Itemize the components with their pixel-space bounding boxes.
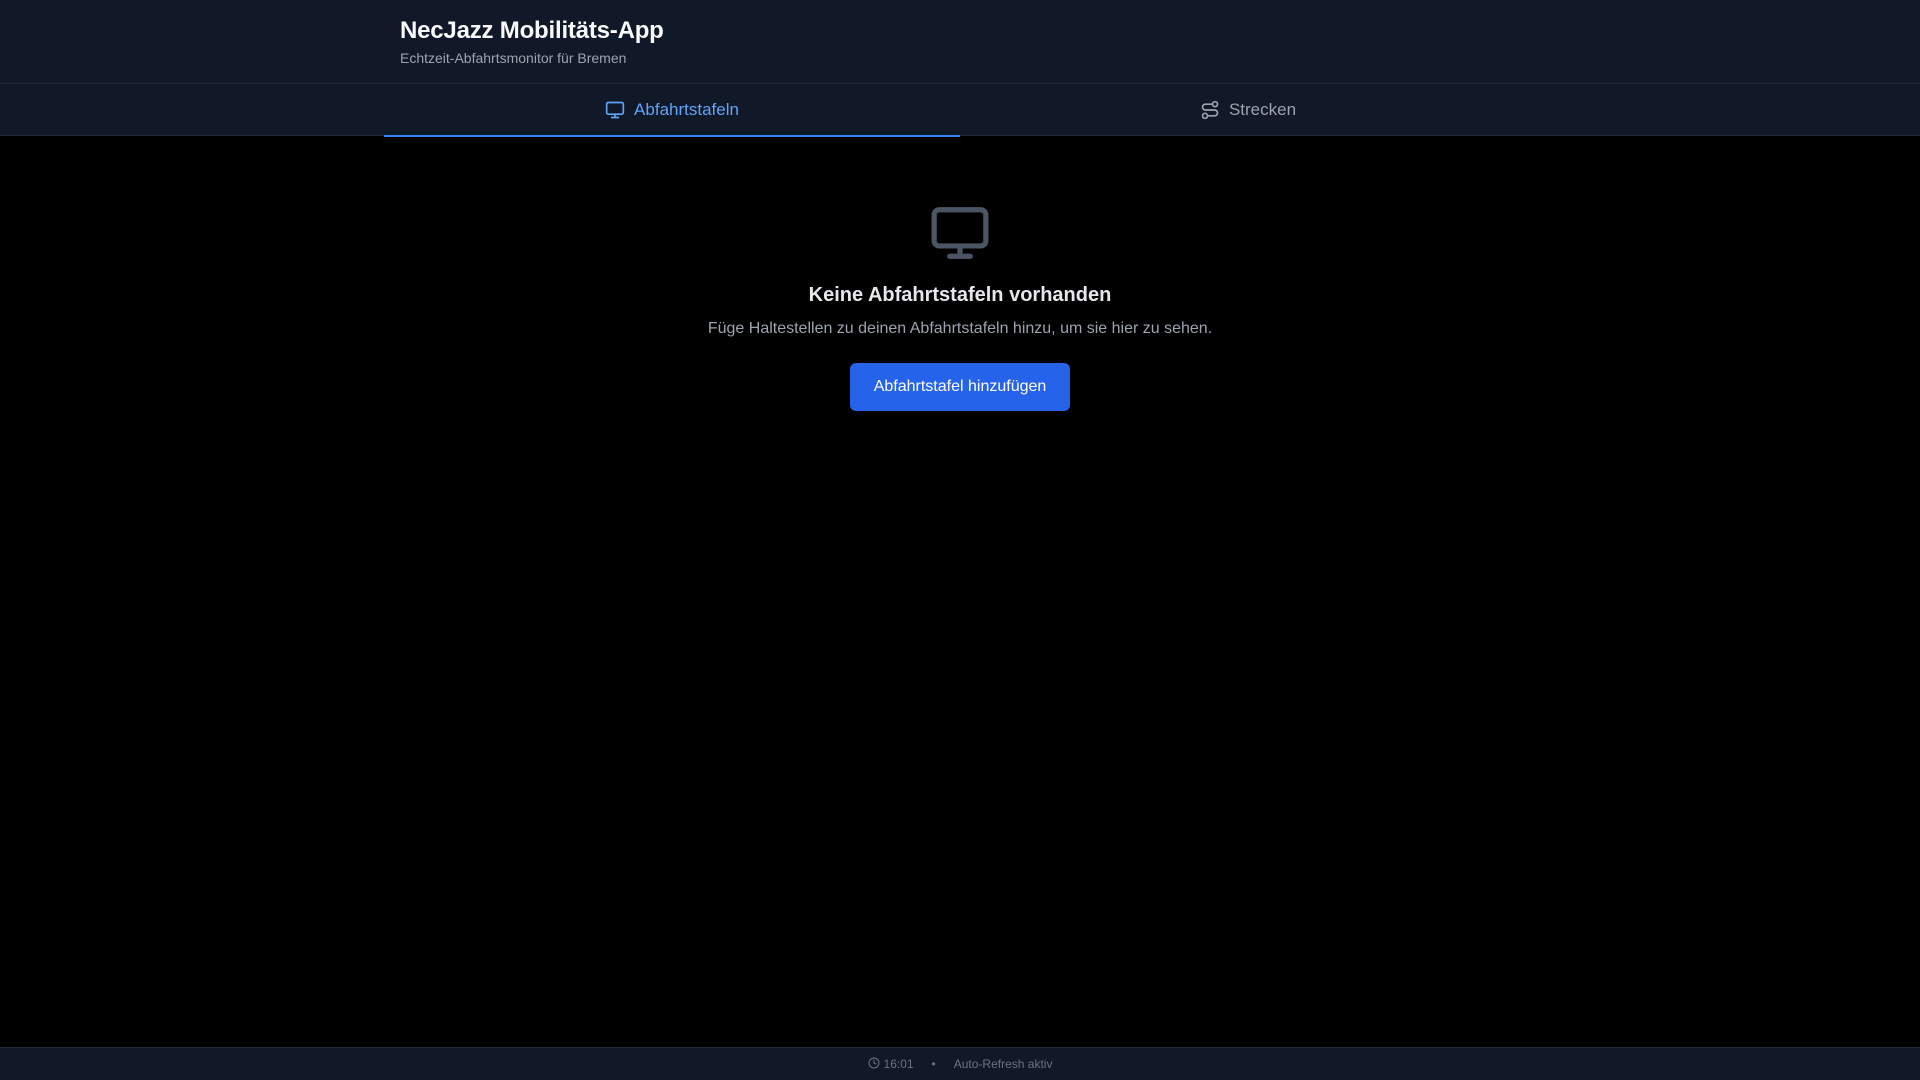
empty-state-title: Keine Abfahrtstafeln vorhanden: [808, 284, 1112, 306]
app-subtitle: Echtzeit-Abfahrtsmonitor für Bremen: [400, 50, 627, 66]
tab-strecken[interactable]: Strecken: [960, 84, 1536, 136]
status-footer: 16:01 • Auto-Refresh aktiv: [0, 1047, 1920, 1080]
tab-list: Abfahrtstafeln Strecken: [384, 84, 1536, 137]
last-update: 16:01: [868, 1057, 914, 1072]
clock-icon: [868, 1057, 880, 1072]
empty-state-text: Füge Haltestellen zu deinen Abfahrtstafe…: [707, 320, 1213, 337]
app-header: NecJazz Mobilitäts-App Echtzeit-Abfahrts…: [0, 0, 1920, 84]
header-branding: NecJazz Mobilitäts-App Echtzeit-Abfahrts…: [400, 16, 664, 68]
route-icon: [1200, 100, 1220, 120]
app-root: NecJazz Mobilitäts-App Echtzeit-Abfahrts…: [0, 0, 1920, 1080]
update-time: 16:01: [883, 1057, 914, 1071]
tab-label: Abfahrtstafeln: [634, 100, 739, 119]
monitor-icon: [605, 100, 625, 120]
app-title: NecJazz Mobilitäts-App: [400, 17, 664, 44]
tab-label: Strecken: [1228, 100, 1297, 119]
footer-separator: •: [931, 1057, 936, 1071]
empty-state: Keine Abfahrtstafeln vorhanden Füge Halt…: [0, 136, 1920, 411]
monitor-icon: [929, 202, 991, 264]
tab-bar: Abfahrtstafeln Strecken: [0, 84, 1920, 137]
add-departure-board-button[interactable]: Abfahrtstafel hinzufügen: [849, 363, 1071, 411]
auto-refresh-status: Auto-Refresh aktiv: [953, 1057, 1053, 1071]
tab-abfahrtstafeln[interactable]: Abfahrtstafeln: [384, 84, 960, 137]
